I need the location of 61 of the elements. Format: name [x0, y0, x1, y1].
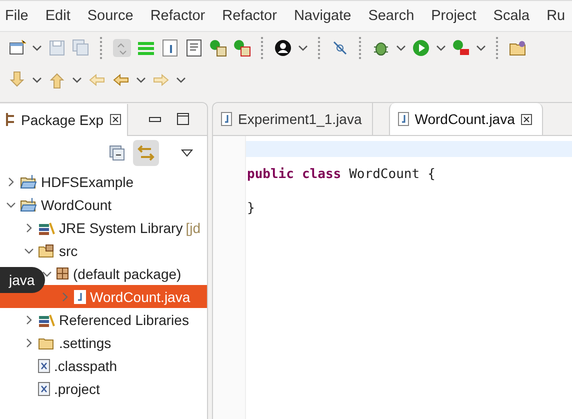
dropdown-caret-icon[interactable] — [476, 45, 486, 51]
code-line: } — [246, 200, 256, 218]
java-file-icon — [398, 112, 409, 126]
tree-item[interactable]: WordCount — [0, 193, 207, 216]
dropdown-caret-icon[interactable] — [32, 77, 42, 83]
tree-item-suffix: [jd — [186, 220, 200, 236]
minimize-icon[interactable] — [149, 116, 161, 122]
xml-file-icon — [38, 382, 50, 396]
menu-item[interactable]: Source — [87, 8, 142, 24]
dropdown-caret-icon[interactable] — [136, 77, 146, 83]
java-file-icon — [74, 290, 86, 304]
tooltip: java — [0, 267, 45, 293]
editor-tab[interactable]: WordCount.java — [388, 103, 543, 135]
package-explorer-tab[interactable]: Package Exp — [0, 104, 128, 136]
tree-item[interactable]: Referenced Libraries — [0, 308, 207, 331]
tree-item[interactable]: src — [0, 239, 207, 262]
dropdown-caret-icon[interactable] — [436, 45, 446, 51]
dropdown-caret-icon[interactable] — [32, 45, 42, 51]
dropdown-caret-icon[interactable] — [298, 45, 308, 51]
close-icon[interactable] — [110, 114, 120, 125]
new-window-icon[interactable] — [8, 39, 26, 57]
external-tools-icon[interactable] — [452, 39, 470, 57]
maximize-icon[interactable] — [177, 113, 189, 125]
tree-item[interactable]: .project — [0, 377, 207, 400]
menu-item[interactable]: Scala — [493, 8, 539, 24]
xml-file-icon — [38, 358, 50, 372]
document-icon[interactable] — [185, 39, 203, 57]
project-folder-icon — [20, 198, 37, 212]
user-icon[interactable] — [274, 39, 292, 57]
menu-item[interactable]: Refactor — [222, 8, 286, 24]
run-script-icon[interactable] — [209, 39, 227, 57]
tree-item[interactable]: JRE System Library [jd — [0, 216, 207, 239]
menu-item[interactable]: Edit — [45, 8, 80, 24]
menu-item[interactable]: Search — [368, 8, 424, 24]
back-arrow-icon[interactable] — [112, 71, 130, 89]
menu-item[interactable]: Navigate — [294, 8, 360, 24]
dropdown-caret-icon[interactable] — [72, 77, 82, 83]
dropdown-caret-icon[interactable] — [176, 77, 186, 83]
library-books-icon — [38, 312, 55, 326]
library-books-icon — [38, 220, 55, 234]
package-folder-icon — [38, 244, 55, 258]
menu-item[interactable]: Refactor — [150, 8, 214, 24]
menu-item[interactable]: File — [5, 8, 38, 24]
tree-item[interactable]: .settings — [0, 331, 207, 354]
menu-item[interactable]: Ru — [546, 8, 572, 24]
project-folder-icon — [20, 174, 37, 188]
view-menu-icon[interactable] — [181, 149, 193, 157]
close-icon[interactable] — [520, 114, 532, 124]
run-icon[interactable] — [412, 39, 430, 57]
collapse-all-icon[interactable] — [109, 145, 125, 161]
tree-item[interactable]: .classpath — [0, 354, 207, 377]
skip-breakpoints-icon[interactable] — [331, 39, 349, 57]
folder-icon — [38, 336, 55, 350]
java-file-icon — [221, 112, 232, 126]
editor-tab[interactable]: Experiment1_1.java — [213, 103, 373, 135]
open-folder-icon[interactable] — [509, 39, 527, 57]
dropdown-caret-icon[interactable] — [396, 45, 406, 51]
info-icon[interactable] — [161, 39, 179, 57]
code-line: public class WordCount { — [246, 166, 436, 184]
tree-item[interactable]: HDFSExample — [0, 170, 207, 193]
menu-item[interactable]: Project — [431, 8, 486, 24]
